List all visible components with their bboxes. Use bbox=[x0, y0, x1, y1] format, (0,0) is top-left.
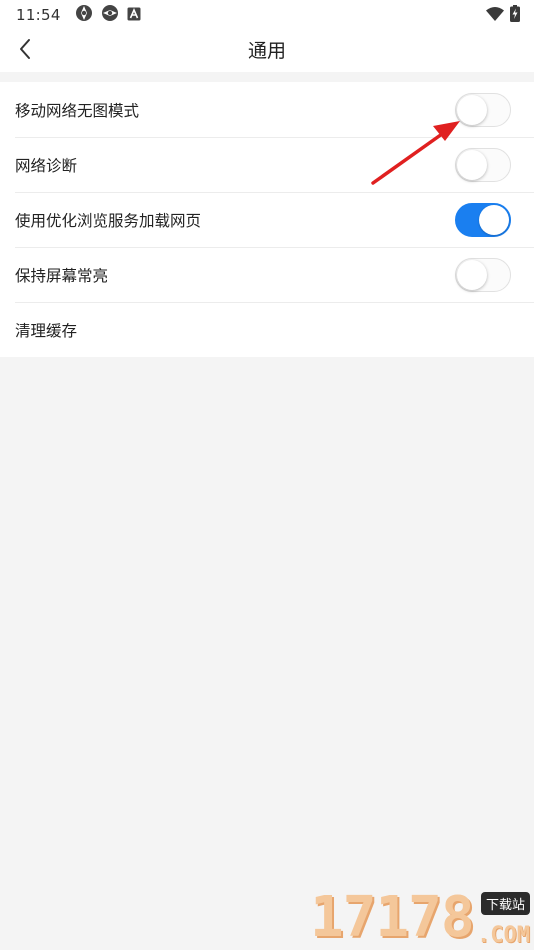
optimized-browsing-toggle[interactable] bbox=[455, 202, 511, 237]
chevron-left-icon bbox=[18, 38, 32, 64]
toggle-knob bbox=[457, 94, 487, 125]
status-bar: 11:54 bbox=[0, 0, 534, 30]
battery-charging-icon bbox=[510, 4, 520, 26]
setting-row-network-diagnosis[interactable]: 网络诊断 bbox=[0, 137, 534, 192]
keep-screen-on-toggle[interactable] bbox=[455, 257, 511, 292]
watermark-badge: 下载站 bbox=[480, 892, 530, 915]
setting-label: 清理缓存 bbox=[15, 321, 78, 340]
setting-label: 保持屏幕常亮 bbox=[15, 266, 109, 285]
setting-row-no-image-mode[interactable]: 移动网络无图模式 bbox=[0, 82, 534, 137]
status-time: 11:54 bbox=[16, 6, 61, 24]
back-button[interactable] bbox=[10, 36, 40, 66]
page-title: 通用 bbox=[247, 40, 286, 62]
site-watermark: 17178 下载站 .COM bbox=[306, 886, 534, 950]
setting-row-clear-cache[interactable]: 清理缓存 bbox=[0, 302, 534, 357]
toggle-knob bbox=[457, 149, 487, 180]
wifi-icon bbox=[486, 6, 504, 25]
aperture-icon bbox=[75, 4, 93, 26]
watermark-suffix: .COM bbox=[477, 923, 530, 948]
aperture-icon bbox=[101, 4, 119, 26]
text-a-icon bbox=[127, 6, 141, 25]
page-header: 通用 bbox=[0, 30, 534, 72]
toggle-knob bbox=[457, 259, 487, 290]
network-diagnosis-toggle[interactable] bbox=[455, 147, 511, 182]
settings-list: 移动网络无图模式 网络诊断 使用优化浏览服务加载网页 保持屏幕常亮 清理缓存 bbox=[0, 82, 534, 357]
setting-label: 使用优化浏览服务加载网页 bbox=[15, 211, 202, 230]
toggle-knob bbox=[479, 204, 509, 235]
setting-row-optimized-browsing[interactable]: 使用优化浏览服务加载网页 bbox=[0, 192, 534, 247]
setting-label: 网络诊断 bbox=[15, 156, 78, 175]
setting-row-keep-screen-on[interactable]: 保持屏幕常亮 bbox=[0, 247, 534, 302]
watermark-digits: 17178 bbox=[310, 885, 475, 950]
no-image-mode-toggle[interactable] bbox=[455, 92, 511, 127]
setting-label: 移动网络无图模式 bbox=[15, 101, 140, 120]
